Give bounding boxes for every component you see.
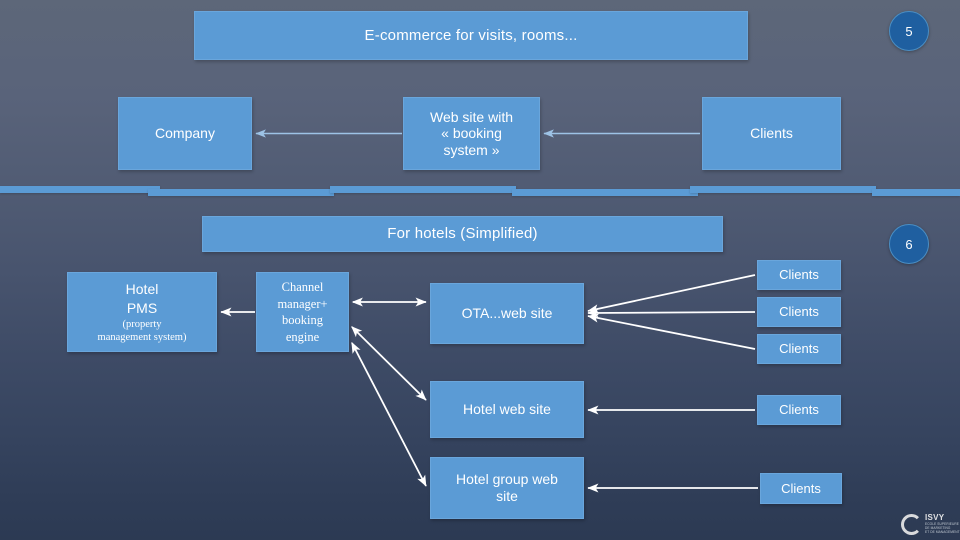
node-hotel-pms-line1: Hotel xyxy=(125,281,159,298)
node-hotel-group-web-site: Hotel group web site xyxy=(430,457,584,519)
banner-ecommerce: E-commerce for visits, rooms... xyxy=(194,11,748,60)
node-clients-hotel-group: Clients xyxy=(760,473,842,504)
arrow-clients-ota-1-to-ota xyxy=(587,274,756,314)
node-clients-hotel-web-label: Clients xyxy=(779,402,819,418)
node-hotel-web-site-label: Hotel web site xyxy=(463,401,551,418)
slide-number-badge-top: 5 xyxy=(889,11,929,51)
banner-for-hotels-label: For hotels (Simplified) xyxy=(387,225,538,243)
node-hotel-group-web-line2: site xyxy=(496,488,518,504)
node-clients-hotel-group-label: Clients xyxy=(781,480,821,496)
node-clients-ota-1-label: Clients xyxy=(779,267,819,283)
arrow-channel-to-hotel-web-site xyxy=(351,326,427,401)
node-channel-line4: engine xyxy=(285,329,320,344)
node-hotel-pms-sub-line1: (property xyxy=(122,318,162,330)
node-clients-top-label: Clients xyxy=(750,125,793,142)
node-channel-line3: booking xyxy=(282,313,323,327)
node-company: Company xyxy=(118,97,252,170)
node-hotel-group-web-line1: Hotel group web xyxy=(456,471,558,488)
node-website-line3: system » xyxy=(443,141,500,158)
divider-segment xyxy=(690,186,876,193)
divider-segment xyxy=(512,189,698,196)
node-channel-line2: manager+ xyxy=(277,296,328,311)
institution-logo: ISVY ECOLE SUPERIEURE DE MARKETING ET DE… xyxy=(901,513,960,535)
node-clients-ota-2-label: Clients xyxy=(779,304,819,320)
logo-wordmark: ISVY ECOLE SUPERIEURE DE MARKETING ET DE… xyxy=(925,513,960,535)
node-clients-ota-1: Clients xyxy=(757,260,841,290)
arrow-clients-ota-3-to-ota xyxy=(587,313,756,350)
arrow-channel-to-hotel-group-web-site xyxy=(351,341,427,487)
node-hotel-pms-line2: PMS xyxy=(126,299,158,316)
node-hotel-pms-sub-line2: management system) xyxy=(97,331,187,343)
presentation-slide: E-commerce for visits, rooms... 5 Compan… xyxy=(0,0,960,540)
node-clients-ota-3-label: Clients xyxy=(779,341,819,357)
node-channel-line1: Channel xyxy=(281,280,324,294)
divider-segment xyxy=(148,189,334,196)
slide-number-badge-bottom: 6 xyxy=(889,224,929,264)
node-clients-hotel-web: Clients xyxy=(757,395,841,425)
node-website-booking-system: Web site with « booking system » xyxy=(403,97,540,170)
divider-segment xyxy=(0,186,160,193)
node-ota-web-site: OTA...web site xyxy=(430,283,584,344)
node-hotel-web-site: Hotel web site xyxy=(430,381,584,438)
node-website-line2: « booking xyxy=(441,125,502,142)
node-clients-ota-3: Clients xyxy=(757,334,841,364)
node-clients-top: Clients xyxy=(702,97,841,170)
slide-number-top-label: 5 xyxy=(905,23,913,39)
node-clients-ota-2: Clients xyxy=(757,297,841,327)
divider-segment xyxy=(872,189,960,196)
banner-for-hotels: For hotels (Simplified) xyxy=(202,216,723,252)
logo-wordmark-text: ISVY xyxy=(925,513,945,522)
node-website-line1: Web site with xyxy=(430,108,513,125)
node-ota-label: OTA...web site xyxy=(461,305,553,322)
node-channel-manager-booking-engine: Channel manager+ booking engine xyxy=(256,272,349,352)
arrow-clients-ota-2-to-ota xyxy=(587,308,756,318)
ring-icon xyxy=(901,513,922,535)
node-company-label: Company xyxy=(155,125,215,142)
banner-ecommerce-label: E-commerce for visits, rooms... xyxy=(364,26,578,44)
logo-tagline-line3: ET DE MANAGEMENT xyxy=(925,530,960,534)
node-hotel-pms: Hotel PMS (property management system) xyxy=(67,272,217,352)
slide-number-bottom-label: 6 xyxy=(905,236,913,252)
divider-segment xyxy=(330,186,516,193)
